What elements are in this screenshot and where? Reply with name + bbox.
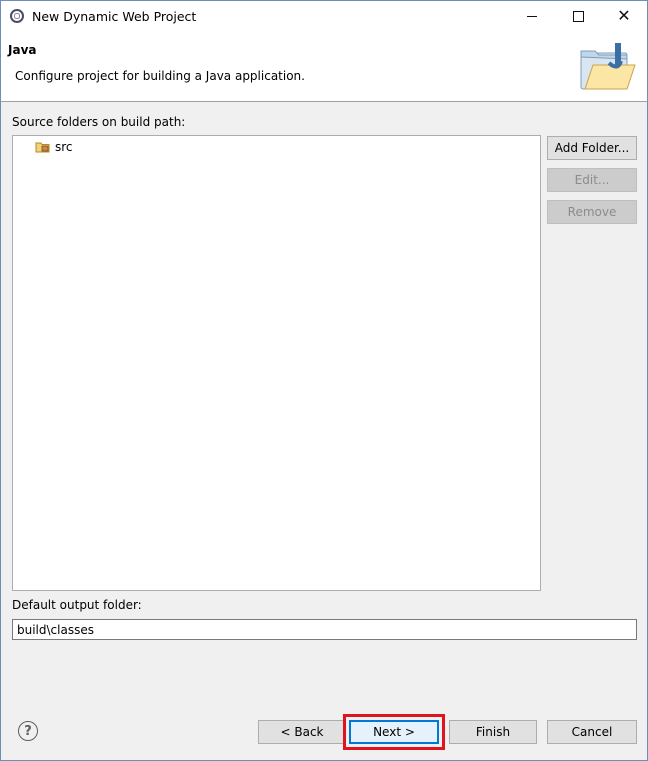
close-button[interactable]: ✕ <box>601 1 647 31</box>
edit-button[interactable]: Edit... <box>547 168 637 192</box>
finish-button[interactable]: Finish <box>449 720 537 744</box>
output-folder-field[interactable] <box>12 619 637 640</box>
eclipse-app-icon <box>10 9 24 23</box>
window-title: New Dynamic Web Project <box>32 9 197 24</box>
title-bar[interactable]: New Dynamic Web Project ✕ <box>1 1 647 31</box>
dialog-window: New Dynamic Web Project ✕ Java Configure… <box>0 0 648 761</box>
source-folders-label: Source folders on build path: <box>12 115 186 129</box>
tree-item-src[interactable]: src <box>35 140 73 154</box>
add-folder-button[interactable]: Add Folder... <box>547 136 637 160</box>
java-folder-icon <box>580 43 636 90</box>
page-title: Java <box>8 43 37 57</box>
wizard-banner: Java Configure project for building a Ja… <box>1 31 647 102</box>
minimize-button[interactable] <box>509 1 555 31</box>
maximize-icon <box>572 10 584 22</box>
page-description: Configure project for building a Java ap… <box>15 69 305 83</box>
cancel-button[interactable]: Cancel <box>547 720 637 744</box>
back-button[interactable]: < Back <box>258 720 346 744</box>
source-folders-tree[interactable]: src <box>12 135 541 591</box>
output-folder-label: Default output folder: <box>12 598 142 612</box>
help-button[interactable]: ? <box>18 721 38 741</box>
package-folder-icon <box>35 142 50 153</box>
next-button[interactable]: Next > <box>349 720 439 744</box>
close-icon: ✕ <box>617 6 631 25</box>
minimize-icon <box>527 15 537 17</box>
remove-button[interactable]: Remove <box>547 200 637 224</box>
maximize-button[interactable] <box>555 1 601 31</box>
help-icon: ? <box>24 723 32 739</box>
tree-item-label: src <box>55 140 73 154</box>
